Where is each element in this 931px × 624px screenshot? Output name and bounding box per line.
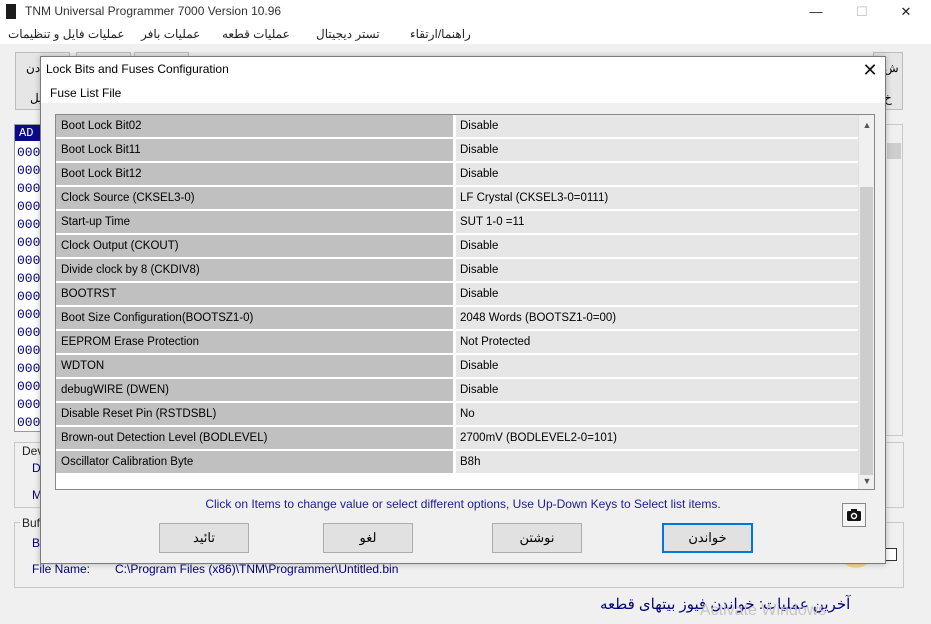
hex-row-address: 000 bbox=[17, 145, 41, 160]
fuse-value-cell[interactable]: Not Protected bbox=[456, 331, 858, 353]
hex-row-address: 000 bbox=[17, 397, 41, 412]
hex-row-address: 000 bbox=[17, 217, 41, 232]
fuse-name-cell: debugWIRE (DWEN) bbox=[56, 379, 454, 401]
minimize-button[interactable]: — bbox=[793, 0, 839, 24]
hex-row-address: 000 bbox=[17, 253, 41, 268]
app-title: TNM Universal Programmer 7000 Version 10… bbox=[25, 4, 282, 18]
menu-help-upgrade[interactable]: راهنما/ارتقاء bbox=[410, 27, 471, 41]
fuse-value-cell[interactable]: 2700mV (BODLEVEL2-0=101) bbox=[456, 427, 858, 449]
fuse-row[interactable]: Boot Size Configuration(BOOTSZ1-0) 2048 W… bbox=[56, 307, 858, 331]
toolbar-right-top-label: ش bbox=[884, 61, 899, 75]
read-button[interactable]: خواندن bbox=[662, 523, 753, 553]
fuse-value-cell[interactable]: Disable bbox=[456, 259, 858, 281]
dialog-title: Lock Bits and Fuses Configuration bbox=[46, 62, 229, 76]
main-menubar: عملیات فایل و تنظیمات عملیات بافر عملیات… bbox=[0, 24, 931, 44]
camera-icon bbox=[847, 509, 861, 521]
hex-row-address: 000 bbox=[17, 199, 41, 214]
file-name-label: File Name: bbox=[32, 562, 91, 576]
fuse-name-cell: Clock Output (CKOUT) bbox=[56, 235, 454, 257]
fuse-row[interactable]: Disable Reset Pin (RSTDSBL) No bbox=[56, 403, 858, 427]
fuse-value-cell[interactable]: Disable bbox=[456, 115, 858, 137]
fuse-value-cell[interactable]: Disable bbox=[456, 283, 858, 305]
write-button[interactable]: نوشتن bbox=[492, 523, 582, 553]
fuse-name-cell: Boot Lock Bit12 bbox=[56, 163, 454, 185]
fuse-row[interactable]: Clock Output (CKOUT) Disable bbox=[56, 235, 858, 259]
fuse-row[interactable]: Oscillator Calibration Byte B8h bbox=[56, 451, 858, 475]
fuse-name-cell: Disable Reset Pin (RSTDSBL) bbox=[56, 403, 454, 425]
scroll-thumb[interactable] bbox=[860, 187, 873, 475]
fuse-row[interactable]: Boot Lock Bit12 Disable bbox=[56, 163, 858, 187]
menu-digital-tester[interactable]: تستر دیجیتال bbox=[316, 27, 380, 41]
toolbar-left-top-label: دن bbox=[26, 61, 41, 75]
fuse-name-cell: Divide clock by 8 (CKDIV8) bbox=[56, 259, 454, 281]
buffer-info-label: B bbox=[32, 536, 41, 550]
fuse-value-cell[interactable]: SUT 1-0 =11 bbox=[456, 211, 858, 233]
fuse-row[interactable]: debugWIRE (DWEN) Disable bbox=[56, 379, 858, 403]
fuse-name-cell: Brown-out Detection Level (BODLEVEL) bbox=[56, 427, 454, 449]
hex-row-address: 000 bbox=[17, 415, 41, 430]
menu-device[interactable]: عملیات قطعه bbox=[222, 27, 290, 41]
fuse-value-cell[interactable]: Disable bbox=[456, 355, 858, 377]
file-name-value: C:\Program Files (x86)\TNM\Programmer\Un… bbox=[115, 562, 399, 576]
dialog-menubar: Fuse List File bbox=[41, 83, 885, 103]
fuse-value-cell[interactable]: Disable bbox=[456, 163, 858, 185]
scroll-up-icon[interactable]: ▲ bbox=[859, 117, 874, 133]
close-window-button[interactable]: ✕ bbox=[883, 0, 929, 24]
main-hex-scroll-thumb[interactable] bbox=[887, 143, 901, 159]
fuse-value-cell[interactable]: No bbox=[456, 403, 858, 425]
hex-row-address: 000 bbox=[17, 181, 41, 196]
confirm-button[interactable]: تائید bbox=[159, 523, 249, 553]
fuse-name-cell: Boot Lock Bit02 bbox=[56, 115, 454, 137]
fuse-row[interactable]: Boot Lock Bit02 Disable bbox=[56, 115, 858, 139]
fuse-row[interactable]: WDTON Disable bbox=[56, 355, 858, 379]
fuse-row[interactable]: BOOTRST Disable bbox=[56, 283, 858, 307]
fuse-name-cell: Clock Source (CKSEL3-0) bbox=[56, 187, 454, 209]
fuse-value-cell[interactable]: LF Crystal (CKSEL3-0=0111) bbox=[456, 187, 858, 209]
main-hex-scrollbar[interactable] bbox=[885, 124, 903, 436]
cancel-button[interactable]: لغو bbox=[323, 523, 413, 553]
fuse-row[interactable]: Start-up Time SUT 1-0 =11 bbox=[56, 211, 858, 235]
fuse-value-cell[interactable]: Disable bbox=[456, 379, 858, 401]
maximize-button[interactable]: ☐ bbox=[839, 0, 885, 24]
fuse-config-dialog: Lock Bits and Fuses Configuration ✕ Fuse… bbox=[40, 56, 886, 564]
menu-fuse-list-file[interactable]: Fuse List File bbox=[50, 86, 121, 100]
fuse-grid-scrollbar[interactable]: ▲ ▼ bbox=[858, 115, 874, 489]
scroll-down-icon[interactable]: ▼ bbox=[859, 473, 874, 489]
dialog-hint-text: Click on Items to change value or select… bbox=[205, 497, 721, 511]
screenshot-button[interactable] bbox=[842, 503, 866, 527]
fuse-name-cell: Oscillator Calibration Byte bbox=[56, 451, 454, 473]
dialog-titlebar: Lock Bits and Fuses Configuration ✕ bbox=[41, 57, 885, 83]
fuse-name-cell: EEPROM Erase Protection bbox=[56, 331, 454, 353]
fuse-row[interactable]: EEPROM Erase Protection Not Protected bbox=[56, 331, 858, 355]
fuse-name-cell: Start-up Time bbox=[56, 211, 454, 233]
menu-buffer[interactable]: عملیات بافر bbox=[141, 27, 200, 41]
fuse-name-cell: WDTON bbox=[56, 355, 454, 377]
activation-watermark: Activate Windows bbox=[700, 602, 827, 619]
hex-row-address: 000 bbox=[17, 361, 41, 376]
fuse-row[interactable]: Boot Lock Bit11 Disable bbox=[56, 139, 858, 163]
fuse-value-cell[interactable]: B8h bbox=[456, 451, 858, 473]
fuse-name-cell: Boot Size Configuration(BOOTSZ1-0) bbox=[56, 307, 454, 329]
fuse-value-cell[interactable]: Disable bbox=[456, 235, 858, 257]
hex-row-address: 000 bbox=[17, 379, 41, 394]
hex-row-address: 000 bbox=[17, 307, 41, 322]
hex-row-address: 000 bbox=[17, 235, 41, 250]
hex-row-address: 000 bbox=[17, 163, 41, 178]
dialog-close-icon[interactable]: ✕ bbox=[857, 59, 883, 81]
fuse-name-cell: BOOTRST bbox=[56, 283, 454, 305]
main-titlebar: TNM Universal Programmer 7000 Version 10… bbox=[0, 0, 931, 24]
fuse-row[interactable]: Brown-out Detection Level (BODLEVEL) 2700… bbox=[56, 427, 858, 451]
fuse-grid[interactable]: Boot Lock Bit02 Disable Boot Lock Bit11 Dis… bbox=[55, 114, 875, 490]
menu-file-settings[interactable]: عملیات فایل و تنظیمات bbox=[8, 27, 125, 41]
hex-row-address: 000 bbox=[17, 289, 41, 304]
hex-row-address: 000 bbox=[17, 325, 41, 340]
fuse-row[interactable]: Divide clock by 8 (CKDIV8) Disable bbox=[56, 259, 858, 283]
app-icon bbox=[6, 4, 16, 19]
fuse-row[interactable]: Clock Source (CKSEL3-0) LF Crystal (CKSEL… bbox=[56, 187, 858, 211]
hex-row-address: 000 bbox=[17, 271, 41, 286]
fuse-value-cell[interactable]: Disable bbox=[456, 139, 858, 161]
fuse-name-cell: Boot Lock Bit11 bbox=[56, 139, 454, 161]
hex-row-address: 000 bbox=[17, 343, 41, 358]
fuse-value-cell[interactable]: 2048 Words (BOOTSZ1-0=00) bbox=[456, 307, 858, 329]
